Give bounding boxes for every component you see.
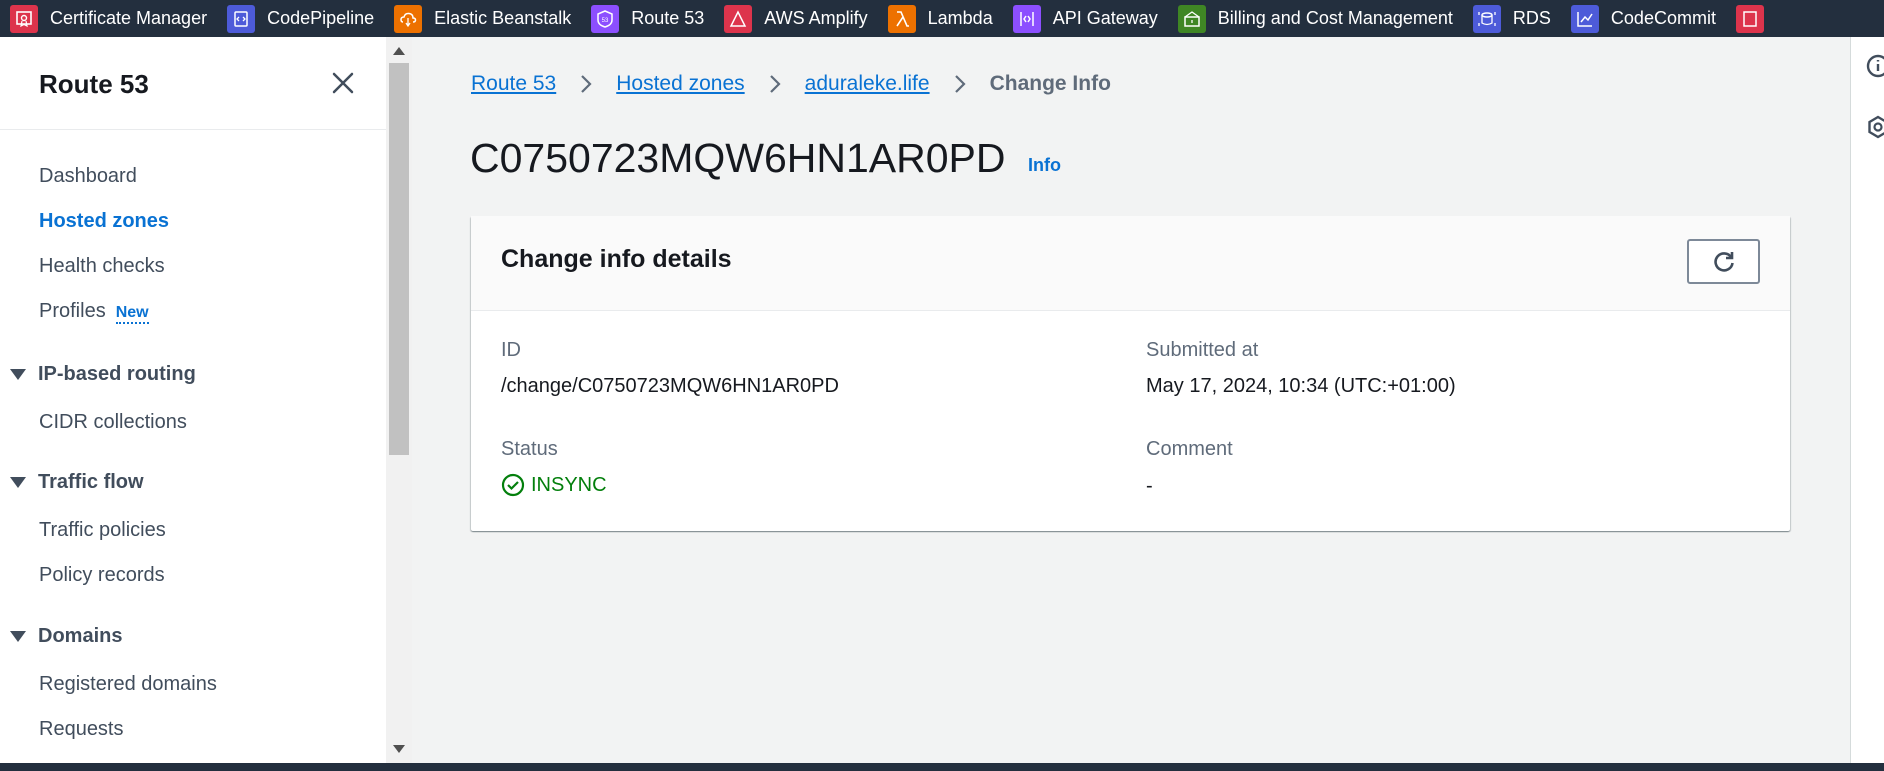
sidebar-item-policy-records[interactable]: Policy records (39, 564, 165, 587)
comment-value: - (1146, 475, 1153, 497)
id-label: ID (501, 339, 521, 361)
refresh-icon (1713, 251, 1734, 272)
favorite-codepipeline[interactable]: CodePipeline (217, 0, 384, 37)
favorite-label: RDS (1512, 8, 1551, 28)
section-traffic-flow[interactable]: Traffic flow (10, 471, 144, 494)
section-label: Traffic flow (38, 471, 144, 493)
status-indicator: INSYNC (501, 473, 607, 497)
caret-down-icon (10, 477, 26, 488)
sidebar-item-cidr-collections[interactable]: CIDR collections (39, 411, 187, 434)
id-value: /change/C0750723MQW6HN1AR0PD (501, 375, 839, 397)
sidebar-item-profiles[interactable]: Profiles New (39, 300, 149, 324)
breadcrumb-link-hosted-zones[interactable]: Hosted zones (616, 72, 744, 96)
breadcrumb-current: Change Info (989, 72, 1111, 95)
favorite-label: Billing and Cost Management (1217, 8, 1453, 28)
favorite-api-gateway[interactable]: API Gateway (1003, 0, 1168, 37)
card-header: Change info details (471, 216, 1790, 311)
favorite-overflow[interactable] (1726, 0, 1786, 37)
sidebar-item-traffic-policies[interactable]: Traffic policies (39, 519, 166, 542)
codecommit-icon (1570, 4, 1599, 33)
favorite-label: Elastic Beanstalk (434, 8, 572, 28)
codepipeline-icon (227, 4, 256, 33)
close-icon[interactable] (330, 70, 356, 96)
billing-icon (1177, 4, 1206, 33)
chevron-right-icon (581, 75, 592, 93)
rds-icon (1472, 4, 1501, 33)
amplify-icon (724, 4, 753, 33)
sidebar-item-registered-domains[interactable]: Registered domains (39, 673, 217, 696)
chevron-right-icon (954, 75, 966, 93)
sidebar-item-health-checks[interactable]: Health checks (39, 255, 165, 278)
side-navigation: Route 53 Dashboard Hosted zones Health c… (0, 37, 386, 763)
info-circle-icon[interactable] (1865, 53, 1884, 79)
sidebar-scrollbar[interactable] (386, 37, 412, 763)
favorite-codecommit[interactable]: CodeCommit (1561, 0, 1726, 37)
scroll-up-arrow-icon[interactable] (393, 47, 405, 55)
status-value: INSYNC (531, 473, 607, 496)
scrollbar-thumb[interactable] (389, 63, 409, 455)
favorite-label: AWS Amplify (764, 8, 868, 28)
favorite-aws-amplify[interactable]: AWS Amplify (714, 0, 877, 37)
change-info-card: Change info details ID /change/C0750723M… (471, 216, 1790, 531)
favorite-billing[interactable]: Billing and Cost Management (1168, 0, 1463, 37)
sidebar-item-requests[interactable]: Requests (39, 718, 124, 741)
favorites-bar: Certificate Manager CodePipeline Elastic… (0, 0, 1884, 37)
svg-text:53: 53 (602, 18, 609, 24)
comment-label: Comment (1146, 438, 1233, 460)
submitted-at-value: May 17, 2024, 10:34 (UTC:+01:00) (1146, 375, 1456, 397)
favorite-elastic-beanstalk[interactable]: Elastic Beanstalk (384, 0, 581, 37)
sidebar-title[interactable]: Route 53 (39, 69, 149, 100)
section-domains[interactable]: Domains (10, 625, 122, 648)
success-check-icon (501, 473, 525, 497)
apigateway-icon (1012, 4, 1041, 33)
breadcrumb: Route 53 Hosted zones aduraleke.life Cha… (471, 70, 1111, 98)
status-label: Status (501, 438, 558, 460)
section-ip-based-routing[interactable]: IP-based routing (10, 363, 196, 386)
section-label: IP-based routing (38, 363, 196, 385)
favorite-certificate-manager[interactable]: Certificate Manager (0, 0, 217, 37)
favorite-label: Lambda (927, 8, 993, 28)
sidebar-item-dashboard[interactable]: Dashboard (39, 165, 137, 188)
tools-panel (1850, 37, 1884, 763)
card-title: Change info details (501, 245, 732, 273)
sidebar-header: Route 53 (0, 37, 386, 130)
submitted-at-label: Submitted at (1146, 339, 1259, 361)
breadcrumb-link-hosted-zone[interactable]: aduraleke.life (805, 72, 930, 96)
certificate-icon (10, 4, 38, 33)
favorite-lambda[interactable]: Lambda (878, 0, 1003, 37)
favorite-label: CodeCommit (1610, 8, 1716, 28)
route53-icon: 53 (591, 4, 620, 33)
favorite-rds[interactable]: RDS (1463, 0, 1561, 37)
info-link[interactable]: Info (1028, 155, 1061, 176)
scroll-down-arrow-icon[interactable] (393, 745, 405, 753)
sidebar-item-label: Profiles (39, 300, 106, 322)
caret-down-icon (10, 369, 26, 380)
favorite-label: Certificate Manager (50, 8, 208, 28)
section-label: Domains (38, 625, 123, 647)
refresh-button[interactable] (1687, 239, 1760, 284)
page-title: C0750723MQW6HN1AR0PD (470, 135, 1006, 181)
footer-bar (0, 763, 1884, 771)
chevron-right-icon (769, 75, 781, 93)
breadcrumb-link-route53[interactable]: Route 53 (471, 72, 556, 96)
favorite-label: Route 53 (631, 8, 705, 28)
favorite-label: CodePipeline (267, 8, 375, 28)
settings-icon[interactable] (1865, 114, 1884, 140)
new-badge[interactable]: New (115, 304, 149, 324)
lambda-icon (887, 4, 916, 33)
sidebar-item-hosted-zones[interactable]: Hosted zones (39, 210, 169, 233)
favorite-label: API Gateway (1052, 8, 1158, 28)
favorite-route53[interactable]: 53 Route 53 (581, 0, 714, 37)
certificate-icon (1735, 4, 1764, 33)
caret-down-icon (10, 631, 26, 642)
beanstalk-icon (394, 4, 423, 33)
